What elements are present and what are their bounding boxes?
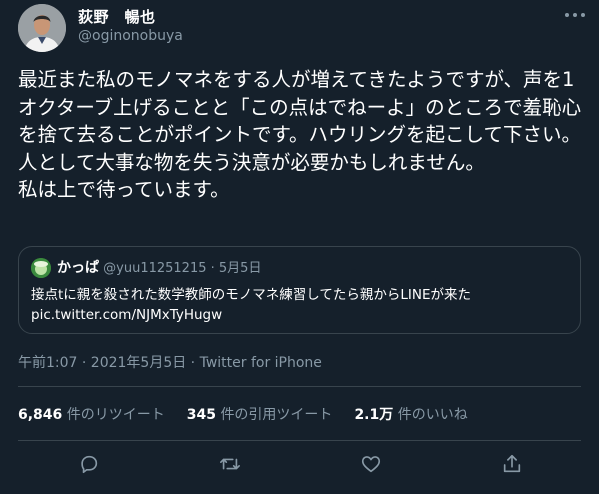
- divider: [18, 440, 581, 441]
- author-display-name[interactable]: 荻野 暢也: [78, 6, 156, 27]
- quoted-name: かっぱ: [57, 260, 99, 276]
- quoted-handle: @yuu11251215: [103, 261, 207, 276]
- quoted-date: 5月5日: [218, 261, 262, 276]
- likes-stat[interactable]: 2.1万 件のいいね: [354, 404, 467, 424]
- quoted-tweet[interactable]: かっぱ @yuu11251215 · 5月5日 接点tに親を殺された数学教師のモ…: [18, 246, 581, 334]
- quoted-avatar: [31, 258, 51, 278]
- share-icon[interactable]: [501, 453, 525, 477]
- quoted-header: かっぱ @yuu11251215 · 5月5日: [57, 259, 261, 278]
- quotes-stat[interactable]: 345 件の引用ツイート: [187, 404, 333, 424]
- tweet-source[interactable]: Twitter for iPhone: [200, 355, 322, 371]
- reply-icon[interactable]: [78, 453, 102, 477]
- quoted-text: 接点tに親を殺された数学教師のモノマネ練習してたら親からLINEが来た pic.…: [31, 287, 472, 323]
- more-icon[interactable]: [565, 10, 585, 20]
- likes-count: 2.1万: [354, 407, 394, 423]
- quoted-separator: ·: [210, 261, 215, 276]
- tweet-text: 最近また私のモノマネをする人が増えてきたようですが、声を1オクターブ上げることと…: [18, 68, 582, 201]
- tweet-timestamp[interactable]: 午前1:07 · 2021年5月5日 ·: [18, 355, 200, 371]
- engagement-stats: 6,846 件のリツイート 345 件の引用ツイート 2.1万 件のいいね: [18, 404, 490, 424]
- retweets-stat[interactable]: 6,846 件のリツイート: [18, 404, 165, 424]
- author-avatar[interactable]: [18, 4, 66, 52]
- tweet-meta: 午前1:07 · 2021年5月5日 · Twitter for iPhone: [18, 352, 322, 372]
- likes-label: 件のいいね: [397, 407, 468, 423]
- author-handle[interactable]: @oginonobuya: [78, 28, 183, 44]
- retweet-icon[interactable]: [219, 453, 243, 477]
- divider: [18, 386, 581, 387]
- retweets-count: 6,846: [18, 407, 63, 423]
- like-icon[interactable]: [360, 453, 384, 477]
- retweets-label: 件のリツイート: [66, 407, 165, 423]
- quotes-label: 件の引用ツイート: [220, 407, 333, 423]
- quotes-count: 345: [186, 407, 216, 423]
- action-bar: [0, 450, 599, 480]
